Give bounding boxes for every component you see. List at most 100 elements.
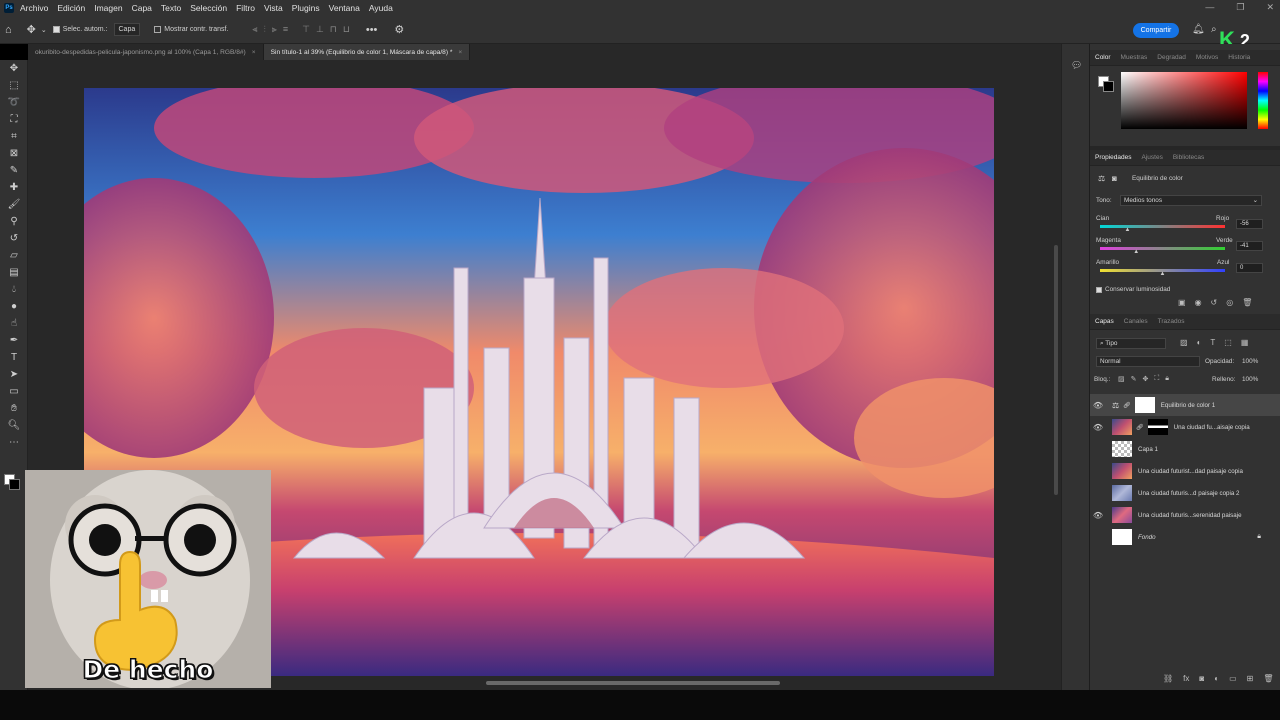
show-transform-checkbox[interactable]: Mostrar contr. transf. — [154, 26, 228, 33]
tab-degradad[interactable]: Degradad — [1152, 54, 1191, 61]
vertical-scrollbar[interactable] — [1051, 60, 1061, 680]
align-right-icon[interactable]: ⫸ — [272, 24, 277, 35]
lasso-icon[interactable]: ➰ — [0, 94, 28, 111]
align-left-icon[interactable]: ⫷ — [252, 24, 257, 35]
layer-row[interactable]: Una ciudad futuris...d paisaje copia 2 — [1090, 482, 1280, 504]
filter-type-icon[interactable]: T — [1210, 338, 1215, 347]
distribute-bottom-icon[interactable]: ⊓ — [330, 24, 337, 35]
blend-mode-dropdown[interactable]: Normal — [1096, 356, 1200, 367]
photoshop-logo-icon[interactable]: Ps — [4, 3, 14, 13]
gradient-icon[interactable]: ▤ — [0, 264, 28, 281]
frame-icon[interactable]: ⊠ — [0, 145, 28, 162]
minimize-icon[interactable]: — — [1205, 2, 1214, 13]
home-icon[interactable]: ⌂ — [5, 24, 12, 36]
gear-icon[interactable]: ⚙ — [394, 23, 404, 36]
lock-image-icon[interactable]: ✎ — [1131, 375, 1137, 383]
layer-row[interactable]: Capa 1 — [1090, 438, 1280, 460]
bell-icon[interactable]: 🔔︎ — [1192, 24, 1205, 35]
link-icon[interactable]: 🔗︎ — [1123, 402, 1131, 409]
lock-transparent-icon[interactable]: ▨ — [1118, 375, 1125, 383]
eye-icon[interactable]: 👁︎ — [1090, 423, 1106, 432]
preserve-luminosity-checkbox[interactable]: Conservar luminosidad — [1096, 286, 1170, 293]
menu-imagen[interactable]: Imagen — [94, 3, 122, 13]
add-mask-icon[interactable]: ◙ — [1199, 674, 1204, 683]
share-button[interactable]: Compartir — [1133, 23, 1179, 38]
tab-sin-titulo[interactable]: Sin título-1 al 39% (Equilibrio de color… — [263, 44, 471, 60]
distribute-spacing-icon[interactable]: ⊔ — [343, 24, 350, 35]
magenta-verde-value[interactable]: -41 — [1236, 241, 1263, 251]
eye-icon[interactable]: 👁︎ — [1090, 401, 1106, 410]
menu-ventana[interactable]: Ventana — [329, 3, 360, 13]
clip-to-layer-icon[interactable]: ▣ — [1178, 298, 1186, 307]
lock-all-icon[interactable]: 🔒︎ — [1165, 375, 1169, 383]
filter-smart-icon[interactable]: ▦ — [1241, 338, 1249, 347]
menu-seleccion[interactable]: Selección — [190, 3, 227, 13]
healing-brush-icon[interactable]: ✚ — [0, 179, 28, 196]
menu-texto[interactable]: Texto — [161, 3, 181, 13]
comment-icon[interactable]: 💬︎ — [1071, 60, 1082, 71]
filter-shape-icon[interactable]: ⬚ — [1224, 338, 1232, 347]
filter-pixel-icon[interactable]: ▨ — [1180, 338, 1188, 347]
fx-icon[interactable]: fx — [1183, 674, 1189, 683]
reset-icon[interactable]: ↺ — [1211, 298, 1218, 307]
close-icon[interactable]: ✕ — [1266, 2, 1274, 13]
distribute-middle-icon[interactable]: ⊥ — [316, 24, 324, 35]
zoom-icon[interactable]: 🔍︎ — [0, 417, 28, 434]
menu-edicion[interactable]: Edición — [57, 3, 85, 13]
tab-color[interactable]: Color — [1090, 54, 1116, 61]
tab-capas[interactable]: Capas — [1090, 318, 1119, 325]
cian-rojo-value[interactable]: -56 — [1236, 219, 1263, 229]
close-tab-icon[interactable]: × — [252, 49, 256, 56]
tab-trazados[interactable]: Trazados — [1153, 318, 1190, 325]
rectangle-icon[interactable]: ▭ — [0, 383, 28, 400]
smudge-icon[interactable]: ☝︎ — [0, 315, 28, 332]
fill-value[interactable]: 100% — [1242, 376, 1258, 383]
slider-handle[interactable]: ▲ — [1125, 227, 1131, 233]
close-tab-icon[interactable]: × — [458, 49, 462, 56]
move-icon[interactable]: ✥ — [0, 60, 28, 77]
link-icon[interactable]: 🔗︎ — [1136, 424, 1144, 431]
align-center-icon[interactable]: ⫶ — [264, 24, 266, 35]
tab-propiedades[interactable]: Propiedades — [1090, 154, 1137, 161]
trash-icon[interactable]: 🗑︎ — [1242, 298, 1252, 307]
new-adjustment-icon[interactable]: ◐ — [1214, 674, 1219, 683]
eraser-icon[interactable]: ▱ — [0, 247, 28, 264]
tab-bibliotecas[interactable]: Bibliotecas — [1168, 154, 1209, 161]
hand-icon[interactable]: ✋︎ — [0, 400, 28, 417]
distribute-top-icon[interactable]: ⊤ — [302, 24, 310, 35]
layer-row[interactable]: Fondo 🔒︎ — [1090, 526, 1280, 548]
layer-row[interactable]: Una ciudad futurist...dad paisaje copia — [1090, 460, 1280, 482]
tab-muestras[interactable]: Muestras — [1116, 54, 1153, 61]
crop-icon[interactable]: ⌗ — [0, 128, 28, 145]
lock-artboard-icon[interactable]: ⛶ — [1154, 375, 1159, 383]
layer-mask-thumbnail[interactable] — [1147, 419, 1168, 435]
layer-row[interactable]: 👁︎ 🔗︎ Una ciudad fu...aisaje copia — [1090, 416, 1280, 438]
more-options-icon[interactable]: ••• — [366, 24, 378, 36]
filter-adjustment-icon[interactable]: ◐ — [1197, 338, 1202, 347]
blur-icon[interactable]: 💧︎ — [0, 281, 28, 298]
cian-rojo-slider[interactable] — [1100, 225, 1225, 228]
mask-icon[interactable]: ◙ — [1112, 174, 1117, 183]
menu-plugins[interactable]: Plugins — [292, 3, 320, 13]
eye-icon[interactable]: 👁︎ — [1090, 511, 1106, 520]
history-brush-icon[interactable]: ↺ — [0, 230, 28, 247]
align-top-icon[interactable]: ≡ — [283, 24, 288, 35]
layer-row[interactable]: 👁︎ Una ciudad futuris...serenidad paisaj… — [1090, 504, 1280, 526]
layer-mask-thumbnail[interactable] — [1134, 397, 1155, 413]
eyedropper-icon[interactable]: ✎ — [0, 162, 28, 179]
object-select-icon[interactable]: ⛶ — [0, 111, 28, 128]
auto-select-checkbox[interactable]: Selec. autom.: — [52, 26, 108, 33]
pen-icon[interactable]: ✒ — [0, 332, 28, 349]
hue-slider[interactable] — [1258, 72, 1268, 129]
more-tools-icon[interactable]: ⋯ — [0, 434, 28, 451]
amarillo-azul-value[interactable]: 0 — [1236, 263, 1263, 273]
visibility-icon[interactable]: ◎ — [1226, 298, 1233, 307]
tone-dropdown[interactable]: Medios tonos ⌄ — [1120, 195, 1262, 206]
magenta-verde-slider[interactable] — [1100, 247, 1225, 250]
menu-filtro[interactable]: Filtro — [236, 3, 255, 13]
color-picker-field[interactable] — [1121, 72, 1247, 129]
slider-handle[interactable]: ▲ — [1160, 271, 1166, 277]
brush-icon[interactable]: 🖌︎ — [0, 196, 28, 213]
tab-ajustes[interactable]: Ajustes — [1137, 154, 1168, 161]
clone-stamp-icon[interactable]: ⚲ — [0, 213, 28, 230]
